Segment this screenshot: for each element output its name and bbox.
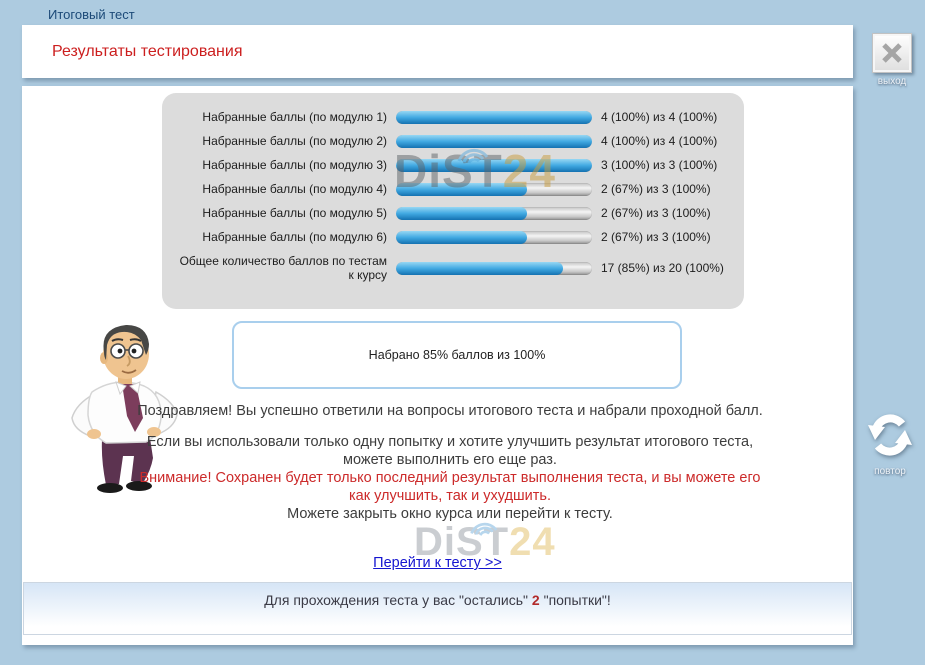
exit-button[interactable]: выход — [868, 33, 916, 87]
score-label: Набранные баллы (по модулю 5) — [172, 206, 387, 220]
progress-bar — [396, 207, 592, 220]
window-title: Итоговый тест — [48, 7, 135, 22]
progress-bar-fill — [396, 183, 527, 196]
score-value: 4 (100%) из 4 (100%) — [601, 134, 717, 148]
progress-bar — [396, 262, 592, 275]
progress-bar-fill — [396, 135, 592, 148]
score-label: Набранные баллы (по модулю 2) — [172, 134, 387, 148]
score-row: Набранные баллы (по модулю 1) 4 (100%) из… — [172, 110, 744, 124]
progress-bar-fill — [396, 207, 527, 220]
attempts-text-suffix: "попытки"! — [544, 592, 611, 608]
attempts-text-prefix: Для прохождения теста у вас "остались" — [264, 592, 528, 608]
score-label: Набранные баллы (по модулю 6) — [172, 230, 387, 244]
score-label: Набранные баллы (по модулю 4) — [172, 182, 387, 196]
warning-text: Внимание! Сохранен будет только последни… — [134, 469, 766, 505]
page-title: Результаты тестирования — [52, 25, 242, 78]
score-rows: Набранные баллы (по модулю 1) 4 (100%) из… — [172, 110, 744, 282]
score-row: Набранные баллы (по модулю 6) 2 (67%) из … — [172, 230, 744, 244]
score-value: 3 (100%) из 3 (100%) — [601, 158, 717, 172]
exit-button-label: выход — [868, 76, 916, 87]
progress-bar — [396, 135, 592, 148]
score-row: Набранные баллы (по модулю 4) 2 (67%) из … — [172, 182, 744, 196]
congratulation-text: Поздравляем! Вы успешно ответили на вопр… — [134, 402, 766, 420]
refresh-icon — [866, 412, 914, 458]
go-to-test-link[interactable]: Перейти к тесту >> — [373, 555, 502, 571]
progress-bar-fill — [396, 231, 527, 244]
score-row: Набранные баллы (по модулю 5) 2 (67%) из … — [172, 206, 744, 220]
score-label: Набранные баллы (по модулю 1) — [172, 110, 387, 124]
close-icon[interactable] — [872, 33, 912, 73]
score-row: Набранные баллы (по модулю 2) 4 (100%) из… — [172, 134, 744, 148]
repeat-button-label: повтор — [860, 466, 920, 477]
progress-bar — [396, 231, 592, 244]
progress-bar — [396, 159, 592, 172]
link-row: Перейти к тесту >> — [22, 554, 853, 572]
score-value: 2 (67%) из 3 (100%) — [601, 206, 711, 220]
result-message: Поздравляем! Вы успешно ответили на вопр… — [134, 402, 766, 523]
attempts-count: 2 — [532, 592, 540, 608]
score-value: 2 (67%) из 3 (100%) — [601, 230, 711, 244]
header-panel: Результаты тестирования — [22, 25, 853, 78]
score-value: 17 (85%) из 20 (100%) — [601, 261, 724, 275]
score-summary-box: Набрано 85% баллов из 100% — [232, 321, 682, 389]
score-value: 2 (67%) из 3 (100%) — [601, 182, 711, 196]
score-label: Общее количество баллов по тестам к курс… — [172, 254, 387, 282]
score-value: 4 (100%) из 4 (100%) — [601, 110, 717, 124]
score-label: Набранные баллы (по модулю 3) — [172, 158, 387, 172]
close-info-text: Можете закрыть окно курса или перейти к … — [134, 505, 766, 523]
progress-bar-fill — [396, 111, 592, 124]
score-row: Общее количество баллов по тестам к курс… — [172, 254, 744, 282]
score-row: Набранные баллы (по модулю 3) 3 (100%) из… — [172, 158, 744, 172]
progress-bar-fill — [396, 159, 592, 172]
progress-bar — [396, 183, 592, 196]
progress-bar-fill — [396, 262, 563, 275]
repeat-button[interactable]: повтор — [860, 412, 920, 477]
attempts-bar: Для прохождения теста у вас "остались" 2… — [23, 582, 852, 635]
score-summary-text: Набрано 85% баллов из 100% — [369, 348, 546, 362]
results-panel: Набранные баллы (по модулю 1) 4 (100%) из… — [22, 86, 853, 645]
application-window: Итоговый тест Результаты тестирования На… — [0, 0, 925, 665]
scores-panel: Набранные баллы (по модулю 1) 4 (100%) из… — [162, 93, 744, 309]
progress-bar — [396, 111, 592, 124]
retry-info-text: Если вы использовали только одну попытку… — [134, 433, 766, 469]
